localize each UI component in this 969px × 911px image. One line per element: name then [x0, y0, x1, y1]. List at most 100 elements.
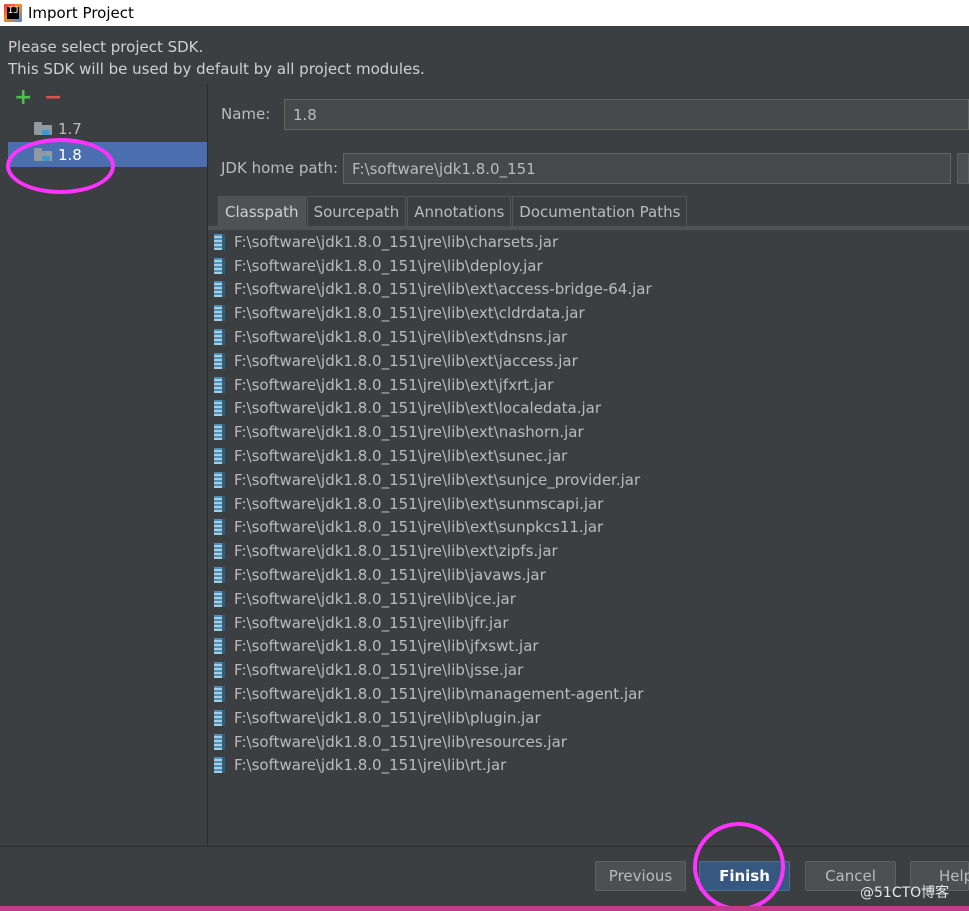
jar-archive-icon — [214, 376, 225, 393]
tab-sourcepath[interactable]: Sourcepath — [306, 196, 407, 227]
classpath-entry[interactable]: F:\software\jdk1.8.0_151\jre\lib\ext\dns… — [208, 325, 969, 349]
jar-archive-icon — [214, 471, 225, 488]
jdk-home-label: JDK home path: — [221, 159, 339, 177]
classpath-entry-path: F:\software\jdk1.8.0_151\jre\lib\managem… — [234, 685, 644, 704]
classpath-entry[interactable]: F:\software\jdk1.8.0_151\jre\lib\ext\jfx… — [208, 373, 969, 397]
jar-archive-icon — [214, 424, 225, 441]
sdk-item-1-7[interactable]: 1.7 — [8, 116, 207, 141]
jar-archive-icon — [214, 686, 225, 703]
classpath-entry-path: F:\software\jdk1.8.0_151\jre\lib\ext\loc… — [234, 399, 602, 418]
jar-archive-icon — [214, 495, 225, 512]
classpath-entry-path: F:\software\jdk1.8.0_151\jre\lib\javaws.… — [234, 566, 546, 585]
description-line-2: This SDK will be used by default by all … — [8, 60, 425, 78]
classpath-entry-path: F:\software\jdk1.8.0_151\jre\lib\ext\acc… — [234, 280, 652, 299]
classpath-entry[interactable]: F:\software\jdk1.8.0_151\jre\lib\charset… — [208, 230, 969, 254]
highlight-circle-finish — [693, 822, 785, 911]
jar-archive-icon — [214, 543, 225, 560]
previous-button[interactable]: Previous — [595, 861, 686, 891]
classpath-entry[interactable]: F:\software\jdk1.8.0_151\jre\lib\ext\acc… — [208, 278, 969, 302]
classpath-entry[interactable]: F:\software\jdk1.8.0_151\jre\lib\ext\sun… — [208, 444, 969, 468]
classpath-entry-path: F:\software\jdk1.8.0_151\jre\lib\ext\zip… — [234, 542, 558, 561]
classpath-list[interactable]: F:\software\jdk1.8.0_151\jre\lib\charset… — [208, 230, 969, 777]
classpath-entry[interactable]: F:\software\jdk1.8.0_151\jre\lib\plugin.… — [208, 706, 969, 730]
classpath-entry[interactable]: F:\software\jdk1.8.0_151\jre\lib\ext\loc… — [208, 397, 969, 421]
jdk-folder-icon — [34, 122, 52, 135]
classpath-entry-path: F:\software\jdk1.8.0_151\jre\lib\jfr.jar — [234, 613, 509, 632]
classpath-entry-path: F:\software\jdk1.8.0_151\jre\lib\ext\nas… — [234, 423, 584, 442]
browse-button[interactable] — [957, 153, 969, 184]
remove-sdk-button[interactable]: − — [44, 87, 62, 109]
classpath-entry[interactable]: F:\software\jdk1.8.0_151\jre\lib\ext\zip… — [208, 539, 969, 563]
jar-archive-icon — [214, 662, 225, 679]
tab-classpath[interactable]: Classpath — [218, 196, 306, 227]
classpath-entry[interactable]: F:\software\jdk1.8.0_151\jre\lib\jce.jar — [208, 587, 969, 611]
jar-archive-icon — [214, 448, 225, 465]
jar-archive-icon — [214, 614, 225, 631]
classpath-entry-path: F:\software\jdk1.8.0_151\jre\lib\ext\sun… — [234, 494, 604, 513]
jar-archive-icon — [214, 305, 225, 322]
classpath-entry-path: F:\software\jdk1.8.0_151\jre\lib\ext\sun… — [234, 447, 568, 466]
jar-archive-icon — [214, 590, 225, 607]
classpath-entry[interactable]: F:\software\jdk1.8.0_151\jre\lib\ext\nas… — [208, 420, 969, 444]
classpath-entry[interactable]: F:\software\jdk1.8.0_151\jre\lib\ext\jac… — [208, 349, 969, 373]
classpath-entry[interactable]: F:\software\jdk1.8.0_151\jre\lib\ext\cld… — [208, 301, 969, 325]
name-field-value: 1.8 — [293, 105, 317, 124]
sdk-item-label: 1.7 — [58, 119, 82, 138]
jar-archive-icon — [214, 352, 225, 369]
classpath-entry[interactable]: F:\software\jdk1.8.0_151\jre\lib\jfxswt.… — [208, 635, 969, 659]
classpath-entry-path: F:\software\jdk1.8.0_151\jre\lib\jce.jar — [234, 589, 516, 608]
sdk-tabs: Classpath Sourcepath Annotations Documen… — [218, 196, 688, 227]
classpath-entry-path: F:\software\jdk1.8.0_151\jre\lib\plugin.… — [234, 708, 541, 727]
classpath-entry-path: F:\software\jdk1.8.0_151\jre\lib\jsse.ja… — [234, 661, 524, 680]
jdk-home-path-field[interactable]: F:\software\jdk1.8.0_151 — [343, 153, 951, 184]
name-field[interactable]: 1.8 — [284, 99, 969, 130]
description: Please select project SDK. This SDK will… — [8, 36, 425, 80]
classpath-entry-path: F:\software\jdk1.8.0_151\jre\lib\ext\sun… — [234, 470, 641, 489]
jar-archive-icon — [214, 638, 225, 655]
window-title: Import Project — [28, 4, 134, 22]
classpath-entry[interactable]: F:\software\jdk1.8.0_151\jre\lib\deploy.… — [208, 254, 969, 278]
jar-archive-icon — [214, 757, 225, 774]
jar-archive-icon — [214, 281, 225, 298]
classpath-entry-path: F:\software\jdk1.8.0_151\jre\lib\ext\dns… — [234, 328, 568, 347]
name-label: Name: — [221, 105, 271, 123]
title-bar: IJ Import Project — [0, 0, 969, 26]
jar-archive-icon — [214, 567, 225, 584]
jar-archive-icon — [214, 233, 225, 250]
classpath-entry[interactable]: F:\software\jdk1.8.0_151\jre\lib\resourc… — [208, 730, 969, 754]
jar-archive-icon — [214, 329, 225, 346]
classpath-entry[interactable]: F:\software\jdk1.8.0_151\jre\lib\ext\sun… — [208, 516, 969, 540]
previous-button-label: Previous — [608, 867, 673, 885]
classpath-entry-path: F:\software\jdk1.8.0_151\jre\lib\ext\jac… — [234, 351, 578, 370]
watermark: @51CTO博客 — [860, 885, 950, 901]
classpath-entry[interactable]: F:\software\jdk1.8.0_151\jre\lib\javaws.… — [208, 563, 969, 587]
classpath-entry-path: F:\software\jdk1.8.0_151\jre\lib\ext\cld… — [234, 304, 585, 323]
classpath-entry-path: F:\software\jdk1.8.0_151\jre\lib\ext\jfx… — [234, 375, 554, 394]
jar-archive-icon — [214, 519, 225, 536]
classpath-entry-path: F:\software\jdk1.8.0_151\jre\lib\charset… — [234, 232, 559, 251]
jar-archive-icon — [214, 257, 225, 274]
jar-archive-icon — [214, 400, 225, 417]
jdk-home-path-value: F:\software\jdk1.8.0_151 — [352, 159, 536, 178]
classpath-entry[interactable]: F:\software\jdk1.8.0_151\jre\lib\ext\sun… — [208, 468, 969, 492]
jar-archive-icon — [214, 709, 225, 726]
classpath-entry[interactable]: F:\software\jdk1.8.0_151\jre\lib\ext\sun… — [208, 492, 969, 516]
classpath-entry-path: F:\software\jdk1.8.0_151\jre\lib\resourc… — [234, 732, 567, 751]
tab-documentation-paths[interactable]: Documentation Paths — [512, 196, 688, 227]
tab-annotations[interactable]: Annotations — [407, 196, 512, 227]
classpath-entry-path: F:\software\jdk1.8.0_151\jre\lib\ext\sun… — [234, 518, 604, 537]
jar-archive-icon — [214, 733, 225, 750]
classpath-entry[interactable]: F:\software\jdk1.8.0_151\jre\lib\jsse.ja… — [208, 658, 969, 682]
classpath-entry-path: F:\software\jdk1.8.0_151\jre\lib\rt.jar — [234, 756, 507, 775]
classpath-entry[interactable]: F:\software\jdk1.8.0_151\jre\lib\rt.jar — [208, 754, 969, 778]
classpath-entry[interactable]: F:\software\jdk1.8.0_151\jre\lib\managem… — [208, 682, 969, 706]
add-sdk-button[interactable]: + — [14, 87, 32, 109]
sdk-panel — [0, 84, 207, 846]
bottom-strip — [0, 906, 969, 911]
highlight-circle-sdk — [6, 138, 115, 194]
classpath-entry[interactable]: F:\software\jdk1.8.0_151\jre\lib\jfr.jar — [208, 611, 969, 635]
footer-divider — [0, 846, 969, 847]
classpath-entry-path: F:\software\jdk1.8.0_151\jre\lib\deploy.… — [234, 256, 543, 275]
intellij-logo-icon: IJ — [4, 4, 22, 22]
description-line-1: Please select project SDK. — [8, 38, 204, 56]
